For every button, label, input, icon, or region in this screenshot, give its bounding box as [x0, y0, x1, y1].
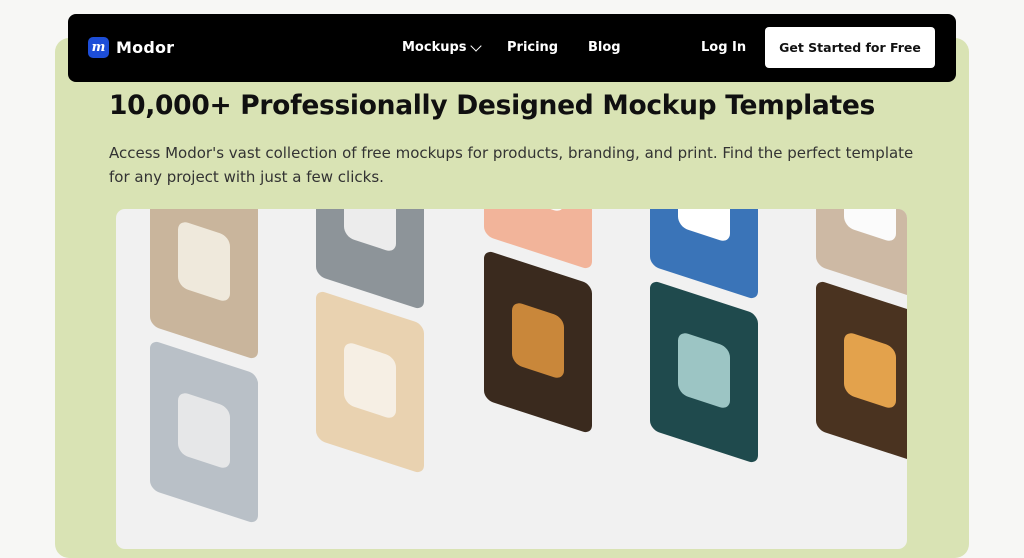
mockup-product-shape [344, 209, 396, 254]
mockup-product-shape [344, 340, 396, 421]
navbar: m Modor Mockups Pricing Blog Log In Get … [68, 14, 956, 82]
nav-mockups[interactable]: Mockups [402, 39, 482, 55]
nav-pricing-label: Pricing [507, 40, 559, 55]
get-started-button[interactable]: Get Started for Free [765, 27, 935, 68]
mockup-card[interactable] [650, 279, 758, 465]
page-title: 10,000+ Professionally Designed Mockup T… [109, 90, 876, 121]
mockup-product-shape [178, 390, 230, 471]
mockup-product-shape [178, 219, 230, 304]
mockup-card[interactable] [150, 209, 258, 361]
login-label: Log In [701, 40, 747, 55]
mockup-product-shape [512, 300, 564, 381]
brand-logo[interactable]: m Modor [88, 37, 174, 58]
mockup-product-shape [844, 330, 896, 411]
brand-name: Modor [116, 38, 175, 57]
nav-blog[interactable]: Blog [588, 40, 621, 55]
mockup-card[interactable] [816, 279, 907, 465]
nav-mockups-label: Mockups [402, 40, 467, 55]
mockup-card[interactable] [316, 289, 424, 475]
page-subtitle: Access Modor's vast collection of free m… [109, 144, 914, 186]
mockup-product-shape [512, 209, 564, 214]
modor-logo-icon: m [88, 37, 109, 58]
nav-pricing[interactable]: Pricing [507, 40, 558, 55]
mockup-card[interactable] [150, 339, 258, 525]
nav-blog-label: Blog [588, 40, 621, 55]
chevron-down-icon [469, 39, 482, 52]
mockup-product-shape [678, 330, 730, 411]
login-link[interactable]: Log In [701, 40, 746, 55]
mockup-card[interactable] [484, 249, 592, 435]
mockup-product-shape [844, 209, 896, 244]
mockup-product-shape [678, 209, 730, 244]
mockup-gallery [116, 209, 907, 549]
